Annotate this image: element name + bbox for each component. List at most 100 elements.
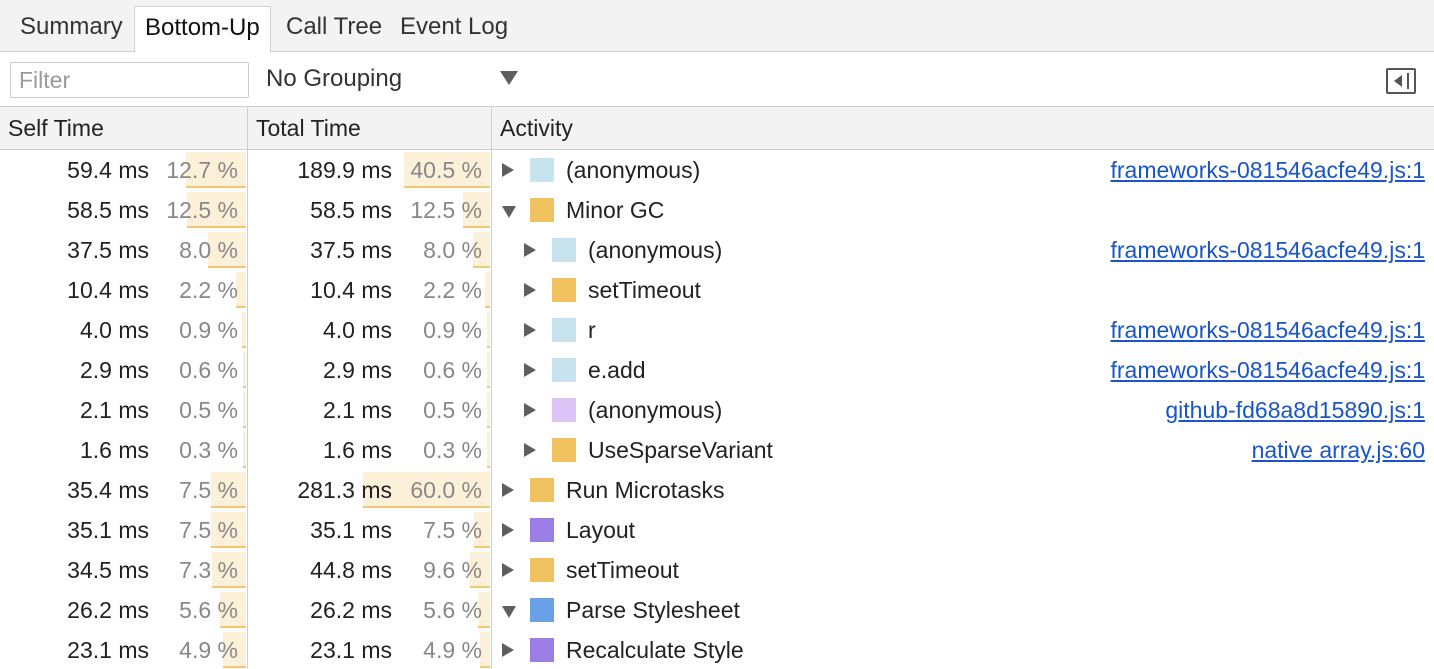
triangle-right-icon[interactable] [524, 443, 536, 457]
category-color-swatch [552, 438, 576, 462]
grouping-select[interactable]: No Grouping [266, 65, 402, 93]
table-row[interactable]: 26.2 ms 5.6 % 26.2 ms 5.6 % Parse Stylesheet [0, 590, 1434, 630]
source-link[interactable]: frameworks-081546acfe49.js:1 [1111, 317, 1426, 344]
total-time-percent: 0.9 % [423, 317, 482, 343]
total-time-cell: 23.1 ms 4.9 % [248, 630, 492, 669]
total-time-percent: 12.5 % [410, 197, 482, 223]
source-link[interactable]: native array.js:60 [1252, 437, 1425, 464]
triangle-right-icon[interactable] [524, 363, 536, 377]
source-link[interactable]: frameworks-081546acfe49.js:1 [1111, 157, 1426, 184]
source-link[interactable]: frameworks-081546acfe49.js:1 [1111, 357, 1426, 384]
self-time-ms: 2.1 ms [79, 397, 149, 423]
activity-name: r [588, 317, 596, 343]
self-time-percent: 7.5 % [179, 477, 238, 503]
self-time-percent: 4.9 % [179, 637, 238, 663]
category-color-swatch [530, 478, 554, 502]
total-time-cell: 2.1 ms 0.5 % [248, 390, 492, 430]
self-time-bar [242, 312, 246, 348]
self-time-ms: 34.5 ms [67, 557, 149, 583]
self-time-cell: 37.5 ms 8.0 % [0, 230, 248, 270]
table-row[interactable]: 10.4 ms 2.2 % 10.4 ms 2.2 % setTimeout [0, 270, 1434, 310]
activity-name: Run Microtasks [566, 477, 725, 503]
activity-cell: Parse Stylesheet [492, 590, 1434, 630]
table-row[interactable]: 23.1 ms 4.9 % 23.1 ms 4.9 % Recalculate Styl… [0, 630, 1434, 669]
self-time-ms: 59.4 ms [67, 157, 149, 183]
total-time-percent: 60.0 % [410, 477, 482, 503]
triangle-right-icon[interactable] [524, 403, 536, 417]
category-color-swatch [552, 238, 576, 262]
total-time-percent: 9.6 % [423, 557, 482, 583]
triangle-right-icon[interactable] [502, 163, 514, 177]
activity-name: Layout [566, 517, 636, 543]
self-time-bar [243, 432, 246, 468]
activity-cell: (anonymous) github-fd68a8d15890.js:1 [492, 390, 1434, 430]
filter-input[interactable] [10, 62, 249, 98]
triangle-right-icon[interactable] [524, 283, 536, 297]
triangle-right-icon[interactable] [502, 563, 514, 577]
table-row[interactable]: 37.5 ms 8.0 % 37.5 ms 8.0 % (anonymous) frame… [0, 230, 1434, 270]
total-time-bar [487, 352, 490, 388]
self-time-percent: 8.0 % [179, 237, 238, 263]
total-time-ms: 2.9 ms [322, 357, 392, 383]
self-time-ms: 26.2 ms [67, 597, 149, 623]
total-time-cell: 2.9 ms 0.6 % [248, 350, 492, 390]
tab-call-tree[interactable]: Call Tree [276, 6, 392, 52]
self-time-ms: 10.4 ms [67, 277, 149, 303]
table-row[interactable]: 58.5 ms 12.5 % 58.5 ms 12.5 % Minor GC [0, 190, 1434, 230]
bottom-up-tree: 59.4 ms 12.7 % 189.9 ms 40.5 % (anonymous) fr… [0, 150, 1434, 669]
sidebar-toggle-icon[interactable] [1386, 68, 1416, 94]
header-total-time[interactable]: Total Time [248, 107, 492, 150]
triangle-right-icon[interactable] [502, 523, 514, 537]
chevron-down-icon[interactable] [500, 71, 518, 85]
source-link[interactable]: github-fd68a8d15890.js:1 [1165, 397, 1425, 424]
total-time-ms: 35.1 ms [310, 517, 392, 543]
table-row[interactable]: 35.4 ms 7.5 % 281.3 ms 60.0 % Run Microtasks [0, 470, 1434, 510]
tab-event-log[interactable]: Event Log [390, 6, 518, 52]
triangle-right-icon[interactable] [502, 483, 514, 497]
total-time-ms: 37.5 ms [310, 237, 392, 263]
total-time-ms: 58.5 ms [310, 197, 392, 223]
self-time-ms: 1.6 ms [79, 437, 149, 463]
self-time-percent: 7.3 % [179, 557, 238, 583]
tab-bar: Summary Bottom-Up Call Tree Event Log [0, 0, 1434, 53]
activity-cell: r frameworks-081546acfe49.js:1 [492, 310, 1434, 350]
activity-name: UseSparseVariant [588, 437, 773, 463]
table-row[interactable]: 1.6 ms 0.3 % 1.6 ms 0.3 % UseSparseVariant na… [0, 430, 1434, 470]
triangle-right-icon[interactable] [524, 323, 536, 337]
self-time-percent: 0.3 % [179, 437, 238, 463]
tab-summary[interactable]: Summary [10, 6, 133, 52]
total-time-cell: 26.2 ms 5.6 % [248, 590, 492, 630]
total-time-percent: 2.2 % [423, 277, 482, 303]
total-time-percent: 7.5 % [423, 517, 482, 543]
self-time-ms: 37.5 ms [67, 237, 149, 263]
header-activity[interactable]: Activity [492, 107, 1434, 150]
total-time-ms: 1.6 ms [322, 437, 392, 463]
triangle-down-icon[interactable] [502, 606, 516, 618]
source-link[interactable]: frameworks-081546acfe49.js:1 [1111, 237, 1426, 264]
table-row[interactable]: 2.9 ms 0.6 % 2.9 ms 0.6 % e.add frameworks-08… [0, 350, 1434, 390]
self-time-ms: 58.5 ms [67, 197, 149, 223]
triangle-right-icon[interactable] [524, 243, 536, 257]
table-row[interactable]: 35.1 ms 7.5 % 35.1 ms 7.5 % Layout [0, 510, 1434, 550]
table-header: Self Time Total Time Activity [0, 107, 1434, 150]
table-row[interactable]: 4.0 ms 0.9 % 4.0 ms 0.9 % r frameworks-081546… [0, 310, 1434, 350]
activity-cell: setTimeout [492, 550, 1434, 590]
total-time-percent: 0.5 % [423, 397, 482, 423]
activity-name: (anonymous) [588, 397, 723, 423]
total-time-cell: 10.4 ms 2.2 % [248, 270, 492, 310]
table-row[interactable]: 2.1 ms 0.5 % 2.1 ms 0.5 % (anonymous) github-… [0, 390, 1434, 430]
triangle-down-icon[interactable] [502, 206, 516, 218]
total-time-cell: 4.0 ms 0.9 % [248, 310, 492, 350]
tab-bottom-up[interactable]: Bottom-Up [134, 6, 271, 53]
table-row[interactable]: 34.5 ms 7.3 % 44.8 ms 9.6 % setTimeout [0, 550, 1434, 590]
total-time-cell: 1.6 ms 0.3 % [248, 430, 492, 470]
table-row[interactable]: 59.4 ms 12.7 % 189.9 ms 40.5 % (anonymous) fr… [0, 150, 1434, 190]
header-self-time[interactable]: Self Time [0, 107, 248, 150]
category-color-swatch [530, 558, 554, 582]
activity-name: Minor GC [566, 197, 665, 223]
activity-name: Parse Stylesheet [566, 597, 740, 623]
triangle-right-icon[interactable] [502, 643, 514, 657]
activity-cell: Run Microtasks [492, 470, 1434, 510]
total-time-cell: 35.1 ms 7.5 % [248, 510, 492, 550]
total-time-ms: 44.8 ms [310, 557, 392, 583]
